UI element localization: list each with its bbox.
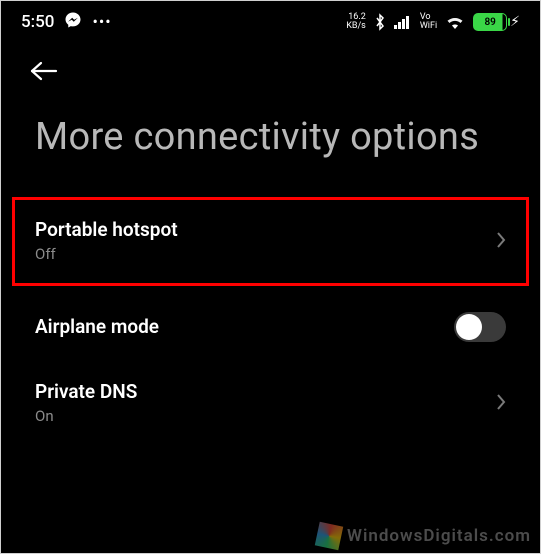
toggle-knob: [456, 314, 482, 340]
chevron-right-icon: [496, 393, 506, 411]
network-speed: 16.2 KB/s: [346, 13, 366, 31]
row-title: Airplane mode: [35, 315, 159, 338]
row-portable-hotspot[interactable]: Portable hotspot Off: [12, 197, 529, 286]
settings-list: Portable hotspot Off Airplane mode Priva…: [1, 197, 540, 445]
row-title: Private DNS: [35, 380, 137, 403]
chevron-right-icon: [496, 231, 506, 249]
row-private-dns[interactable]: Private DNS On: [15, 362, 526, 445]
watermark-logo-icon: [315, 522, 343, 550]
airplane-mode-toggle[interactable]: [454, 312, 506, 342]
bluetooth-icon: [374, 13, 386, 31]
clock: 5:50: [21, 12, 54, 32]
messenger-icon: [64, 11, 82, 33]
status-bar: 5:50 ••• 16.2 KB/s Vo WiFi: [1, 1, 540, 39]
watermark-text: WindowsDigitals.com: [347, 526, 531, 546]
vowifi-icon: Vo WiFi: [420, 13, 437, 31]
back-button[interactable]: [29, 57, 63, 85]
battery-icon: 89 ⚡︎: [473, 13, 520, 31]
row-subtitle: On: [35, 407, 137, 425]
row-airplane-mode[interactable]: Airplane mode: [15, 294, 526, 362]
row-title: Portable hotspot: [35, 218, 178, 241]
wifi-icon: [445, 15, 465, 30]
page-title: More connectivity options: [1, 85, 540, 197]
more-notifications-icon: •••: [92, 14, 111, 30]
row-subtitle: Off: [35, 245, 178, 263]
signal-icon: [394, 15, 412, 29]
watermark: WindowsDigitals.com: [317, 524, 531, 548]
